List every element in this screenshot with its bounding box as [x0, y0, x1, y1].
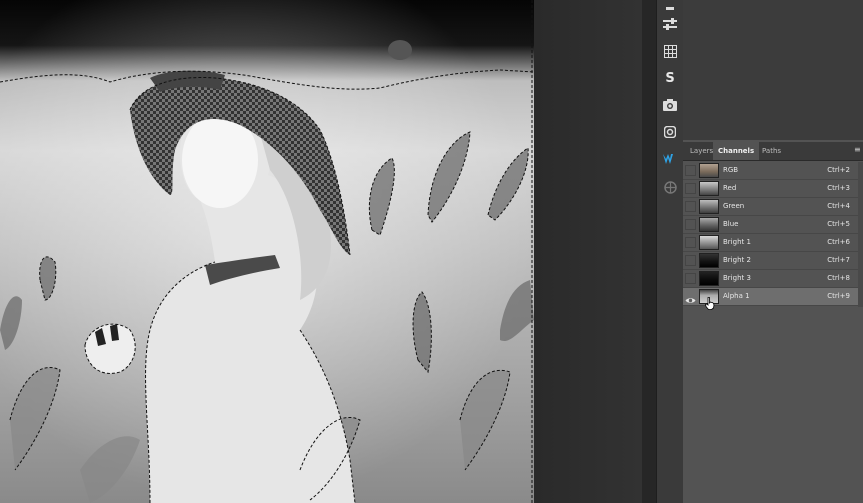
grid-icon[interactable] — [659, 40, 681, 62]
hand-cursor-icon — [705, 295, 715, 314]
channel-thumbnail — [699, 181, 719, 196]
channel-shortcut: Ctrl+5 — [827, 220, 850, 228]
visibility-toggle[interactable] — [685, 255, 696, 266]
panel-empty-area — [683, 0, 863, 140]
visibility-toggle[interactable] — [685, 183, 696, 194]
visibility-toggle[interactable] — [685, 219, 696, 230]
visibility-toggle[interactable] — [685, 237, 696, 248]
channel-name: Bright 2 — [723, 256, 751, 264]
channel-shortcut: Ctrl+3 — [827, 184, 850, 192]
s-plugin-glyph: S — [665, 70, 675, 86]
tab-paths[interactable]: Paths — [757, 142, 786, 160]
channel-thumbnail — [699, 199, 719, 214]
channel-thumbnail — [699, 163, 719, 178]
channel-row-green[interactable]: Green Ctrl+4 — [683, 198, 858, 216]
channel-thumbnail — [699, 253, 719, 268]
channel-row-bright-2[interactable]: Bright 2 Ctrl+7 — [683, 252, 858, 270]
channel-row-bright-3[interactable]: Bright 3 Ctrl+8 — [683, 270, 858, 288]
channel-row-bright-1[interactable]: Bright 1 Ctrl+6 — [683, 234, 858, 252]
channels-panel: Layers Channels Paths ≡ RGB Ctrl+2 Red C… — [683, 0, 863, 503]
channel-shortcut: Ctrl+9 — [827, 292, 850, 300]
panel-menu-icon[interactable]: ≡ — [854, 146, 861, 154]
channel-shortcut: Ctrl+7 — [827, 256, 850, 264]
channel-thumbnail — [699, 217, 719, 232]
channel-name: Alpha 1 — [723, 292, 750, 300]
panel-divider — [642, 0, 656, 503]
channel-row-red[interactable]: Red Ctrl+3 — [683, 180, 858, 198]
s-plugin-icon[interactable]: S — [659, 67, 681, 89]
extension-icon[interactable] — [659, 176, 681, 198]
channel-name: RGB — [723, 166, 739, 174]
channel-list: RGB Ctrl+2 Red Ctrl+3 Green Ctrl+4 Blue … — [683, 162, 858, 306]
visibility-toggle[interactable] — [685, 201, 696, 212]
channel-name: Bright 3 — [723, 274, 751, 282]
visibility-toggle[interactable] — [685, 165, 696, 176]
panel-icon-toolbar: S — [656, 0, 684, 503]
channel-row-rgb[interactable]: RGB Ctrl+2 — [683, 162, 858, 180]
w-plugin-icon[interactable] — [659, 148, 681, 170]
channel-name: Blue — [723, 220, 739, 228]
camera-icon[interactable] — [659, 94, 681, 116]
channel-row-blue[interactable]: Blue Ctrl+5 — [683, 216, 858, 234]
channel-name: Bright 1 — [723, 238, 751, 246]
channel-shortcut: Ctrl+2 — [827, 166, 850, 174]
document-canvas[interactable] — [0, 0, 534, 503]
channel-name: Green — [723, 202, 745, 210]
channel-name: Red — [723, 184, 737, 192]
eye-icon[interactable] — [685, 291, 696, 303]
channel-list-scrollbar[interactable] — [858, 162, 863, 307]
pasteboard — [534, 0, 642, 503]
tab-channels[interactable]: Channels — [713, 142, 760, 160]
visibility-toggle[interactable] — [685, 273, 696, 284]
channel-shortcut: Ctrl+4 — [827, 202, 850, 210]
alpha-channel-image — [0, 0, 534, 503]
instagram-icon[interactable] — [659, 121, 681, 143]
channel-shortcut: Ctrl+6 — [827, 238, 850, 246]
channel-thumbnail — [699, 271, 719, 286]
channel-thumbnail — [699, 235, 719, 250]
adjustments-icon[interactable] — [659, 13, 681, 35]
channel-shortcut: Ctrl+8 — [827, 274, 850, 282]
panel-tab-bar: Layers Channels Paths ≡ — [683, 142, 863, 161]
